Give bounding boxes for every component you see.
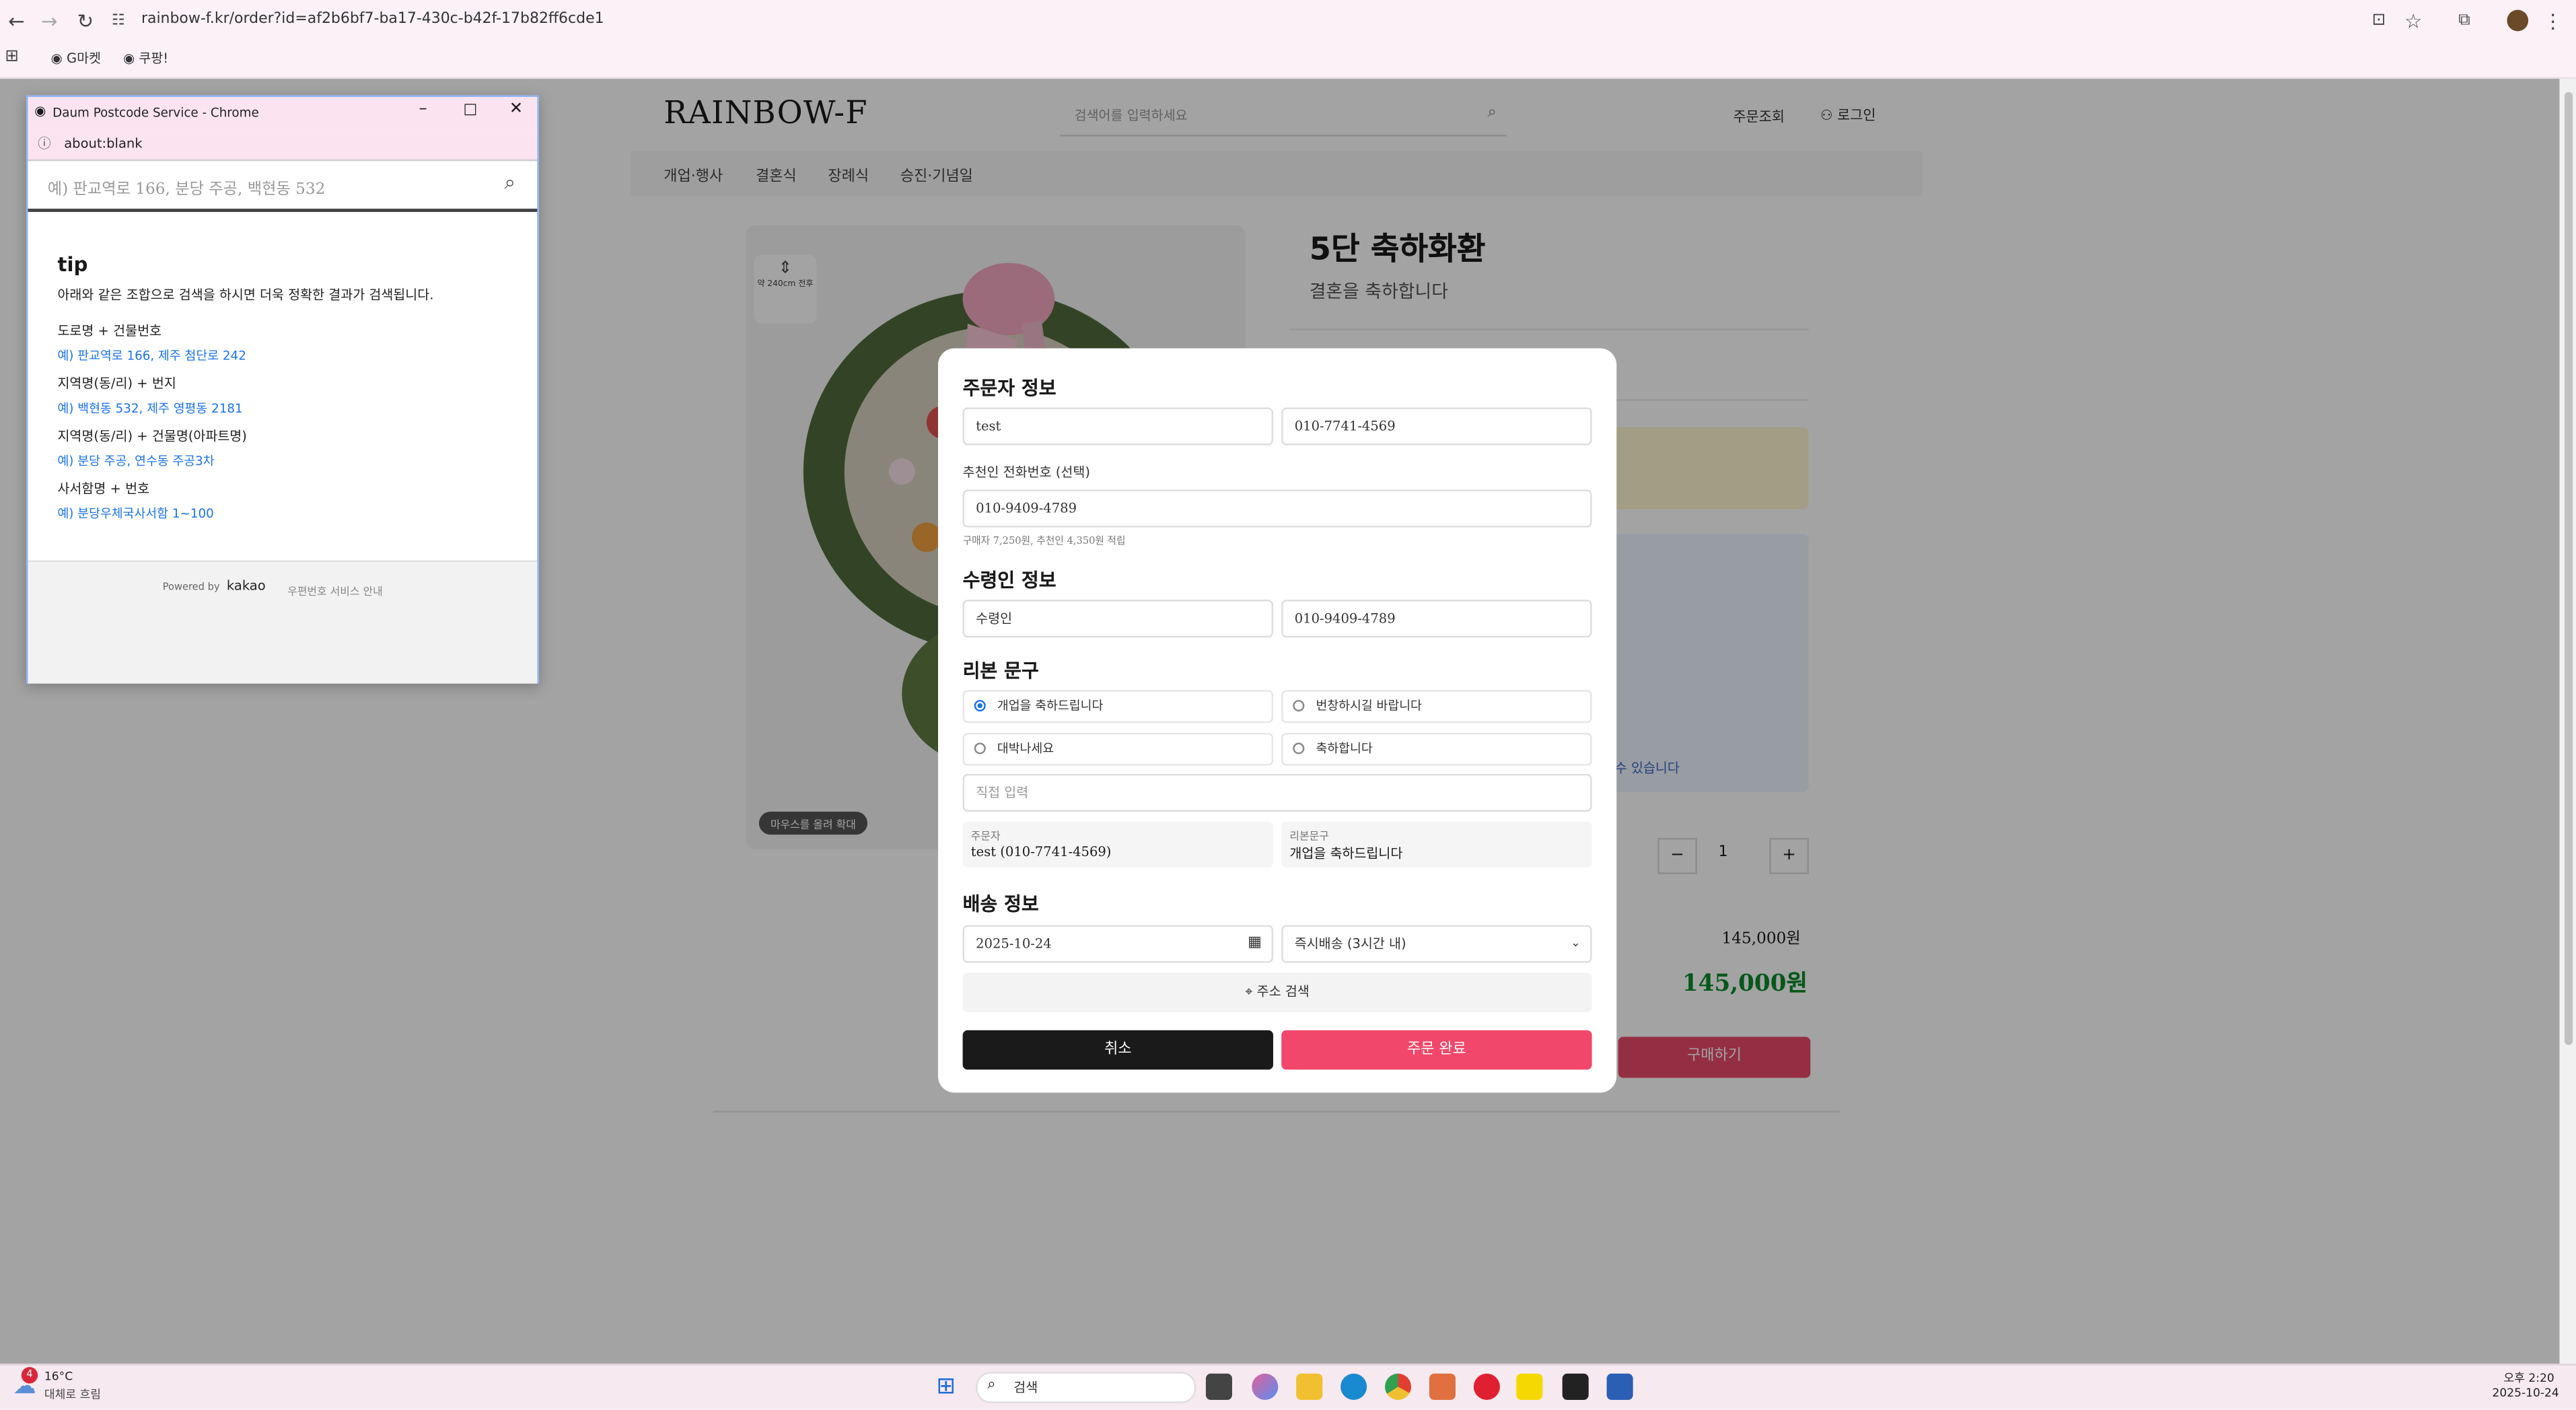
tip-example: 예) 백현동 532, 제주 영평동 2181 — [57, 400, 243, 416]
radio-unchecked[interactable] — [974, 742, 986, 754]
ribbon-option-jackpot[interactable]: 대박나세요 — [962, 732, 1274, 766]
popup-url: about:blank — [64, 136, 143, 151]
popup-address-bar: ⓘ about:blank — [28, 128, 538, 162]
forward-icon[interactable]: → — [36, 8, 63, 34]
tip-example: 예) 분당 주공, 연수동 주공3차 — [57, 453, 215, 468]
summary-ribbon: 리본문구 개업을 축하드립니다 — [1281, 821, 1592, 868]
file-explorer-icon[interactable] — [1296, 1373, 1323, 1400]
calendar-icon[interactable]: ▦ — [1248, 927, 1262, 961]
ribbon-custom-input[interactable]: 직접 입력 — [962, 773, 1592, 812]
radio-unchecked[interactable] — [1293, 699, 1305, 712]
ribbon-option-congrats[interactable]: 축하합니다 — [1281, 732, 1592, 766]
app-icon[interactable] — [1429, 1373, 1456, 1400]
bookmark-gmarket[interactable]: ◉ G마켓 — [51, 49, 101, 67]
postcode-search-input[interactable]: 예) 판교역로 166, 분당 주공, 백현동 532 ⌕ — [28, 163, 538, 212]
ribbon-option-opening[interactable]: 개업을 축하드립니다 — [962, 690, 1274, 724]
chevron-down-icon: ⌄ — [1571, 936, 1581, 950]
extensions-icon[interactable]: ⧉ — [2451, 8, 2477, 34]
kakaotalk-icon[interactable] — [1516, 1373, 1543, 1400]
app-red-icon[interactable] — [1473, 1373, 1500, 1400]
scrollbar-thumb[interactable] — [2564, 92, 2573, 1045]
points-note: 구매자 7,250원, 추천인 4,350원 적립 — [962, 535, 1126, 547]
tip-description: 아래와 같은 조합으로 검색을 하시면 더욱 정확한 결과가 검색됩니다. — [57, 287, 434, 303]
radio-unchecked[interactable] — [1293, 742, 1305, 754]
delivery-date-input[interactable]: 2025-10-24 ▦ — [962, 925, 1274, 963]
orderer-name-input[interactable]: test — [962, 407, 1274, 446]
recipient-name-input[interactable]: 수령인 — [962, 600, 1274, 638]
kakao-logo: kakao — [226, 578, 266, 594]
info-icon[interactable]: ⓘ — [38, 135, 51, 153]
chrome-icon[interactable] — [1385, 1373, 1412, 1400]
windows-start-icon[interactable]: ⊞ — [937, 1374, 956, 1400]
ribbon-option-prosperity[interactable]: 번창하시길 바랍니다 — [1281, 690, 1592, 724]
tip-label: 지역명(동/리) + 건물명(아파트명) — [57, 429, 247, 444]
bookmarks-bar — [0, 41, 2576, 79]
apps-grid-icon[interactable]: ⊞ — [5, 48, 18, 66]
minimize-icon[interactable]: – — [419, 100, 427, 118]
notification-badge: 4 — [21, 1367, 38, 1384]
maximize-icon[interactable]: □ — [463, 102, 477, 118]
windows-taskbar — [0, 1364, 2576, 1410]
temperature: 16°C — [44, 1370, 73, 1384]
address-bar[interactable]: rainbow-f.kr/order?id=af2b6bf7-ba17-430c… — [141, 11, 604, 28]
location-pin-icon: ⌖ — [1245, 984, 1257, 999]
search-icon[interactable]: ⌕ — [504, 171, 515, 196]
complete-order-button[interactable]: 주문 완료 — [1281, 1030, 1592, 1070]
tip-label: 지역명(동/리) + 번지 — [57, 376, 176, 392]
profile-avatar[interactable] — [2507, 9, 2529, 32]
tip-title: tip — [57, 252, 88, 277]
popup-footer: Powered by kakao 우편번호 서비스 안내 — [28, 560, 538, 684]
word-icon[interactable] — [1606, 1373, 1633, 1400]
globe-icon: ◉ — [123, 50, 139, 66]
recipient-phone-input[interactable]: 010-9409-4789 — [1281, 600, 1592, 638]
referrer-label: 추천인 전화번호 (선택) — [962, 464, 1090, 480]
menu-icon[interactable]: ⋮ — [2540, 8, 2566, 34]
back-icon[interactable]: ← — [3, 8, 30, 34]
weather-desc: 대체로 흐림 — [44, 1388, 101, 1402]
site-info-icon[interactable]: ☷ — [105, 8, 131, 34]
orderer-section-title: 주문자 정보 — [962, 376, 1057, 400]
cancel-button[interactable]: 취소 — [962, 1030, 1274, 1070]
popup-title: Daum Postcode Service - Chrome — [52, 105, 259, 120]
clock-time: 오후 2:20 — [2503, 1372, 2554, 1386]
delivery-option-select[interactable]: 즉시배송 (3시간 내) ⌄ — [1281, 925, 1592, 963]
tip-example: 예) 판교역로 166, 제주 첨단로 242 — [57, 348, 246, 363]
task-view-icon[interactable] — [1205, 1373, 1232, 1400]
globe-icon: ◉ — [34, 103, 46, 118]
tip-label: 도로명 + 건물번호 — [57, 323, 162, 339]
referrer-phone-input[interactable]: 010-9409-4789 — [962, 489, 1592, 528]
install-app-icon[interactable]: ⊡ — [2365, 8, 2392, 34]
service-info-link[interactable]: 우편번호 서비스 안내 — [287, 581, 382, 598]
tip-example: 예) 분당우체국사서함 1~100 — [57, 505, 214, 521]
reload-icon[interactable]: ↻ — [72, 8, 98, 34]
popup-title-bar: ◉ Daum Postcode Service - Chrome – □ ✕ — [28, 97, 538, 129]
copilot-icon[interactable] — [1252, 1373, 1279, 1400]
order-modal: 주문자 정보 test 010-7741-4569 추천인 전화번호 (선택) … — [937, 348, 1617, 1093]
terminal-icon[interactable] — [1562, 1373, 1589, 1400]
edge-icon[interactable] — [1340, 1373, 1367, 1400]
address-search-button[interactable]: ⌖ 주소 검색 — [962, 973, 1592, 1012]
bookmark-coupang[interactable]: ◉ 쿠팡! — [123, 49, 168, 67]
delivery-section-title: 배송 정보 — [962, 892, 1039, 915]
postcode-popup-window: ◉ Daum Postcode Service - Chrome – □ ✕ ⓘ… — [26, 95, 539, 684]
radio-checked[interactable] — [974, 699, 986, 712]
orderer-phone-input[interactable]: 010-7741-4569 — [1281, 407, 1592, 446]
globe-icon: ◉ — [50, 50, 67, 66]
bookmark-star-icon[interactable]: ☆ — [2400, 8, 2427, 34]
clock-date: 2025-10-24 — [2492, 1386, 2559, 1400]
ribbon-section-title: 리본 문구 — [962, 658, 1039, 682]
recipient-section-title: 수령인 정보 — [962, 568, 1057, 592]
tip-label: 사서함명 + 번호 — [57, 481, 150, 497]
taskbar-search[interactable]: ⌕ 검색 — [976, 1372, 1196, 1403]
summary-orderer: 주문자 test (010-7741-4569) — [962, 821, 1274, 868]
close-icon[interactable]: ✕ — [509, 100, 523, 118]
search-icon: ⌕ — [987, 1376, 996, 1394]
